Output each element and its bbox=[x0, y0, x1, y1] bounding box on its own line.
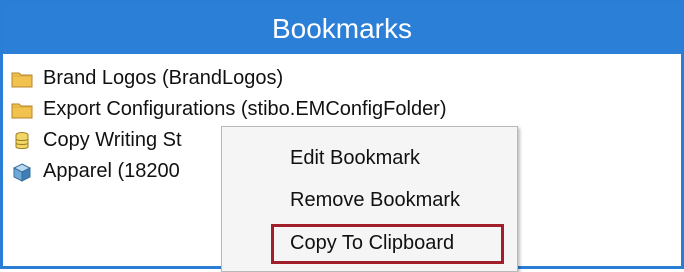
panel-header: Bookmarks bbox=[3, 3, 681, 54]
bookmark-item-brand-logos[interactable]: Brand Logos (BrandLogos) bbox=[11, 63, 671, 94]
menu-item-edit-bookmark[interactable]: Edit Bookmark bbox=[222, 138, 517, 179]
copy-to-clipboard-highlight bbox=[271, 224, 504, 264]
menu-item-label: Edit Bookmark bbox=[290, 147, 421, 169]
menu-item-label: Remove Bookmark bbox=[290, 189, 461, 211]
bookmark-label: Apparel (18200 bbox=[43, 160, 180, 182]
panel-title: Bookmarks bbox=[271, 13, 413, 44]
database-icon bbox=[11, 131, 33, 151]
bookmark-label: Copy Writing St bbox=[43, 129, 182, 151]
menu-item-remove-bookmark[interactable]: Remove Bookmark bbox=[222, 180, 517, 221]
cube-icon bbox=[11, 162, 33, 182]
folder-icon bbox=[11, 69, 33, 89]
bookmarks-panel: Bookmarks Brand Logos (BrandLogos) Expor… bbox=[0, 0, 684, 272]
folder-icon bbox=[11, 100, 33, 120]
bookmark-item-export-configurations[interactable]: Export Configurations (stibo.EMConfigFol… bbox=[11, 94, 671, 125]
bookmark-label: Brand Logos (BrandLogos) bbox=[43, 67, 284, 89]
bookmark-label: Export Configurations (stibo.EMConfigFol… bbox=[43, 98, 447, 120]
context-menu: Edit Bookmark Remove Bookmark Copy To Cl… bbox=[221, 126, 518, 272]
